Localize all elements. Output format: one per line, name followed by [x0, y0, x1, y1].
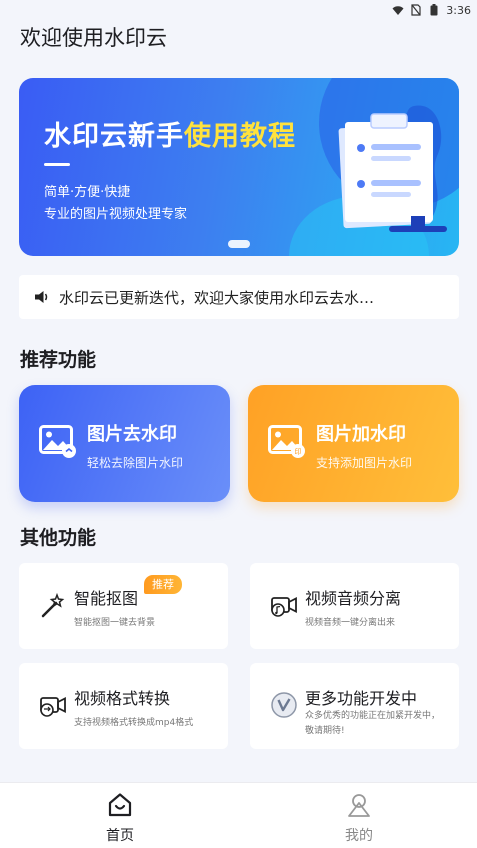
status-bar: 3:36 — [0, 0, 477, 20]
feature-card-subtitle: 支持添加图片水印 — [316, 456, 413, 470]
audio-video-split-card[interactable]: 视频音频分离 视频音频一键分离出来 — [250, 563, 459, 649]
video-convert-icon — [40, 697, 66, 717]
tutorial-banner[interactable]: 水印云新手使用教程 简单·方便·快捷 专业的图片视频处理专家 — [19, 78, 459, 256]
status-time: 3:36 — [446, 3, 471, 17]
nav-label: 我的 — [345, 828, 373, 844]
svg-text:印: 印 — [295, 448, 302, 456]
tool-card-subtitle: 视频音频一键分离出来 — [305, 618, 396, 628]
banner-title: 水印云新手使用教程 — [44, 114, 296, 153]
tool-card-subtitle: 智能抠图一键去背景 — [74, 618, 156, 628]
magic-wand-icon — [41, 592, 65, 618]
more-features-card[interactable]: 更多功能开发中 众多优秀的功能正在加紧开发中，敬请期待! — [250, 663, 459, 749]
tool-card-subtitle: 众多优秀的功能正在加紧开发中，敬请期待! — [305, 711, 441, 736]
section-title-recommended: 推荐功能 — [20, 349, 97, 371]
feature-card-subtitle: 轻松去除图片水印 — [87, 456, 184, 470]
bottom-navigation: 首页 我的 — [0, 782, 477, 848]
tool-card-title: 更多功能开发中 — [305, 689, 418, 708]
announcement-text: 水印云已更新迭代，欢迎大家使用水印云去水… — [59, 288, 375, 307]
image-add-watermark-icon: 印 — [268, 425, 305, 458]
banner-divider — [44, 163, 70, 166]
wifi-icon — [392, 4, 404, 16]
section-title-other: 其他功能 — [20, 527, 97, 549]
banner-title-part1: 水印云新手 — [44, 121, 184, 152]
home-icon — [108, 793, 132, 817]
profile-icon — [348, 794, 370, 817]
image-remove-watermark-icon — [39, 425, 76, 458]
page-title: 欢迎使用水印云 — [20, 26, 167, 50]
banner-title-part2: 使用教程 — [184, 121, 296, 152]
announcement-bar[interactable]: 水印云已更新迭代，欢迎大家使用水印云去水… — [19, 275, 459, 319]
tool-card-subtitle: 支持视频格式转换成mp4格式 — [74, 718, 194, 728]
clipboard-illustration-icon — [338, 105, 447, 232]
speaker-icon — [35, 291, 48, 303]
no-sim-icon — [410, 4, 422, 16]
banner-description: 专业的图片视频处理专家 — [44, 207, 188, 222]
tool-card-title: 视频格式转换 — [74, 689, 171, 708]
smart-cutout-card[interactable]: 智能抠图 智能抠图一键去背景 推荐 — [19, 563, 228, 649]
feature-card-title: 图片去水印 — [87, 424, 177, 445]
nav-item-home[interactable]: 首页 — [80, 791, 160, 845]
nav-label: 首页 — [106, 828, 134, 844]
feature-card-title: 图片加水印 — [316, 424, 406, 445]
video-audio-icon — [271, 597, 297, 617]
nav-item-profile[interactable]: 我的 — [319, 791, 399, 845]
recommend-badge: 推荐 — [144, 575, 182, 594]
tool-card-title: 视频音频分离 — [305, 589, 402, 608]
remove-watermark-card[interactable]: 图片去水印 轻松去除图片水印 — [19, 385, 230, 502]
banner-subtitle: 简单·方便·快捷 — [44, 185, 131, 200]
add-watermark-card[interactable]: 印 图片加水印 支持添加图片水印 — [248, 385, 459, 502]
video-convert-card[interactable]: 视频格式转换 支持视频格式转换成mp4格式 — [19, 663, 228, 749]
more-features-icon — [271, 692, 297, 718]
carousel-indicator[interactable] — [228, 240, 250, 248]
battery-icon — [428, 4, 440, 16]
tool-card-title: 智能抠图 — [74, 589, 139, 608]
